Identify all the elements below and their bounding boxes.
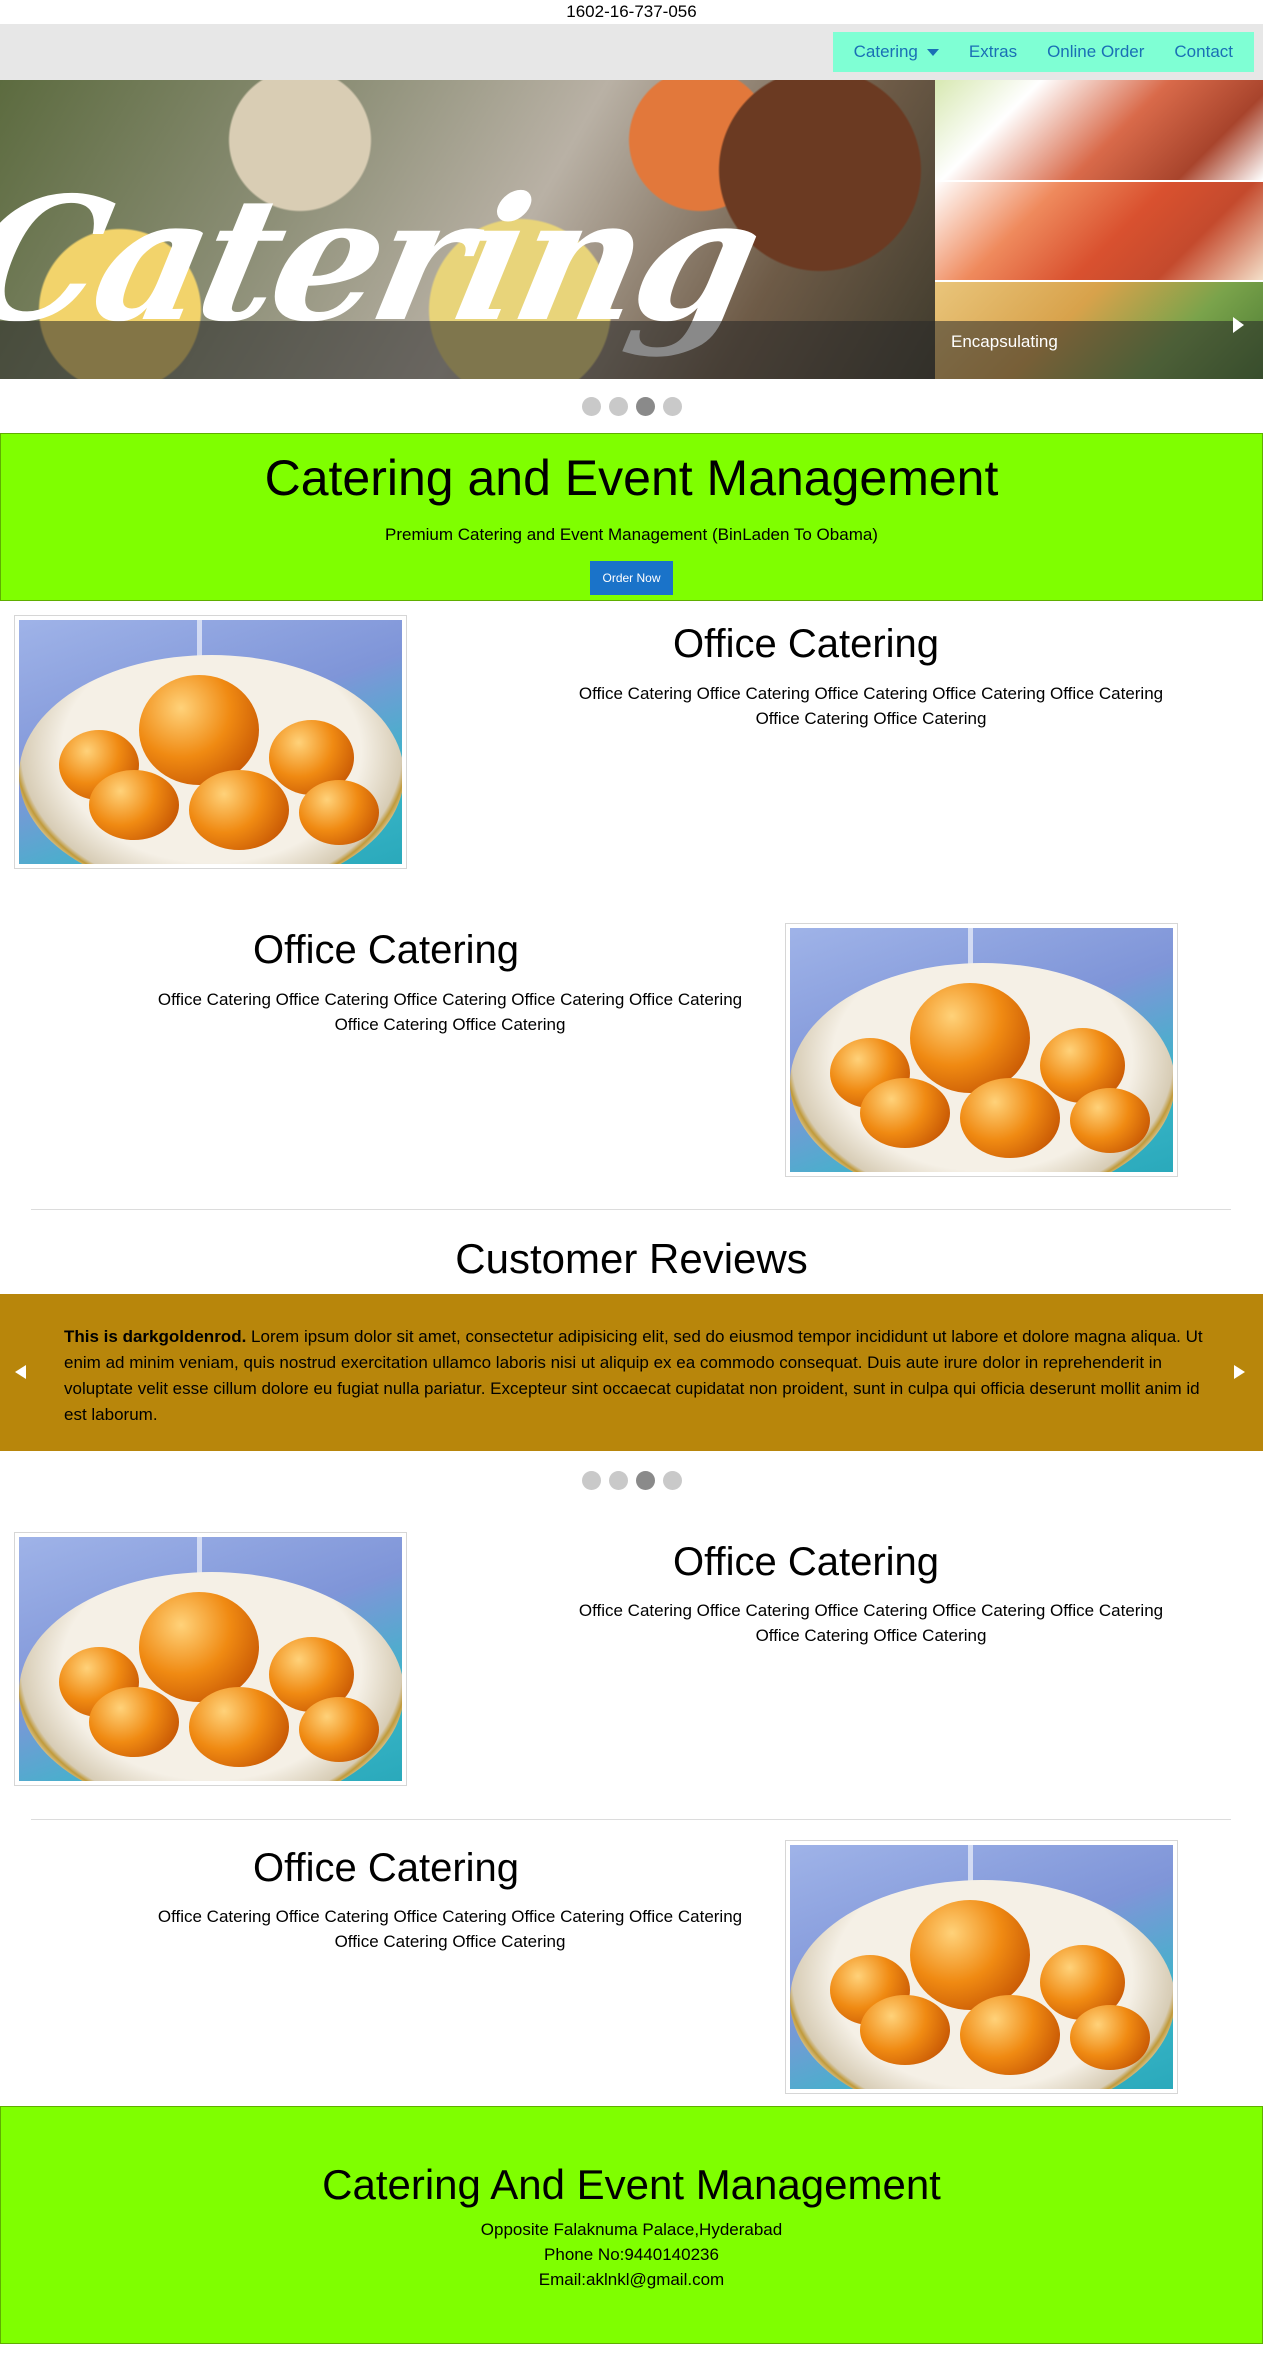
- feature-row: Office Catering Office Catering Office C…: [0, 921, 1263, 1177]
- feature-row: Office Catering Office Catering Office C…: [0, 615, 1263, 870]
- feature-title: Office Catering: [672, 1540, 940, 1584]
- caret-down-icon: [926, 48, 939, 56]
- nav-item-extras[interactable]: Extras: [954, 42, 1032, 62]
- hero-thumbnail[interactable]: [935, 180, 1263, 280]
- reviews-pagination: [0, 1471, 1263, 1490]
- nav-item-label: Catering: [853, 42, 918, 61]
- hero-caption-bar: [0, 321, 1263, 379]
- dessert-image: [14, 1532, 407, 1786]
- divider: [31, 1209, 1231, 1210]
- phone-number: 1602-16-737-056: [566, 2, 697, 21]
- hero-pagination: [0, 397, 1263, 416]
- footer-address: Opposite Falaknuma Palace,Hyderabad: [480, 2220, 783, 2239]
- arrow-left-icon[interactable]: [15, 1365, 26, 1379]
- pagination-dot[interactable]: [608, 1471, 628, 1490]
- pagination-dot[interactable]: [662, 1471, 682, 1490]
- feature-text: Office Catering Office Catering Office C…: [157, 990, 743, 1034]
- arrow-right-icon[interactable]: [1234, 1365, 1245, 1379]
- feature-row: Office Catering Office Catering Office C…: [0, 1838, 1263, 2094]
- pagination-dot-active[interactable]: [635, 397, 655, 416]
- reviews-title: Customer Reviews: [455, 1235, 808, 1282]
- feature-row: Office Catering Office Catering Office C…: [0, 1532, 1263, 1787]
- dessert-image: [14, 615, 407, 869]
- pagination-dot-active[interactable]: [635, 1471, 655, 1490]
- pagination-dot[interactable]: [608, 397, 628, 416]
- nav-item-label: Contact: [1174, 42, 1233, 61]
- footer: Catering And Event Management Opposite F…: [0, 2106, 1263, 2344]
- nav-item-label: Extras: [968, 42, 1018, 61]
- topbar: 1602-16-737-056: [0, 0, 1263, 24]
- nav-menu: Catering Extras Online Order Contact: [832, 32, 1254, 72]
- pagination-dot[interactable]: [581, 1471, 601, 1490]
- page-subtitle: Premium Catering and Event Management (B…: [385, 525, 878, 544]
- footer-phone: Phone No:9440140236: [544, 2245, 719, 2264]
- feature-title: Office Catering: [252, 1846, 520, 1890]
- hero-carousel: Catering: [0, 80, 1263, 379]
- hero-thumbnail[interactable]: [935, 80, 1263, 180]
- hero-overlay-word: Catering: [0, 160, 773, 360]
- page-title: Catering and Event Management: [264, 450, 999, 506]
- feature-text: Office Catering Office Catering Office C…: [578, 684, 1164, 728]
- navbar: Catering Extras Online Order Contact: [0, 24, 1263, 80]
- play-arrow-icon[interactable]: [1233, 317, 1244, 333]
- review-text: This is darkgoldenrod. Lorem ipsum dolor…: [64, 1324, 1204, 1428]
- nav-item-label: Online Order: [1047, 42, 1145, 61]
- nav-item-catering[interactable]: Catering: [839, 42, 954, 62]
- pagination-dot[interactable]: [662, 397, 682, 416]
- divider: [31, 1819, 1231, 1820]
- feature-title: Office Catering: [252, 928, 520, 972]
- dessert-image: [785, 923, 1178, 1177]
- nav-item-online-order[interactable]: Online Order: [1032, 42, 1159, 62]
- nav-item-contact[interactable]: Contact: [1159, 42, 1248, 62]
- feature-text: Office Catering Office Catering Office C…: [157, 1907, 743, 1951]
- feature-title: Office Catering: [672, 622, 940, 666]
- dessert-image: [785, 1840, 1178, 2094]
- footer-email[interactable]: Email:aklnkl@gmail.com: [1, 2267, 1262, 2292]
- hero-caption: Encapsulating: [951, 332, 1058, 351]
- pagination-dot[interactable]: [581, 397, 601, 416]
- order-now-button[interactable]: Order Now: [590, 561, 673, 595]
- intro-banner: Catering and Event Management Premium Ca…: [0, 433, 1263, 601]
- review-bold: This is darkgoldenrod.: [64, 1327, 247, 1346]
- footer-title: Catering And Event Management: [322, 2161, 941, 2208]
- feature-text: Office Catering Office Catering Office C…: [578, 1601, 1164, 1645]
- reviews-carousel: This is darkgoldenrod. Lorem ipsum dolor…: [0, 1294, 1263, 1451]
